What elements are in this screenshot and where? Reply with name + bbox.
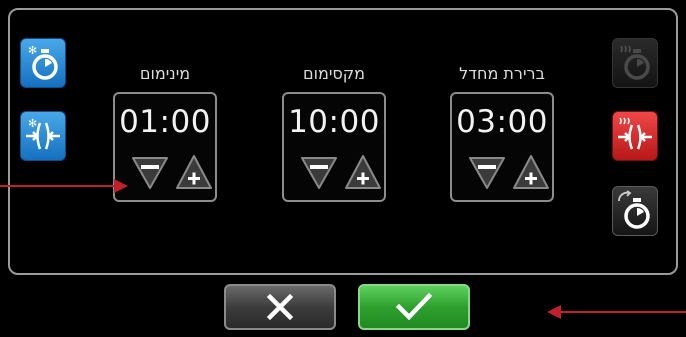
checkmark-icon <box>395 292 433 321</box>
default-time-value: 03:00 <box>456 104 548 140</box>
down-triangle-icon <box>469 157 505 189</box>
stopwatch-snowflake-icon: ✻ <box>28 44 58 80</box>
compress-snowflake-icon: ✻ <box>26 117 60 150</box>
max-time-value: 10:00 <box>288 104 380 140</box>
max-label: מקסימום <box>302 64 366 83</box>
min-decrement-button[interactable] <box>129 152 171 192</box>
arrowhead-left-icon <box>547 305 561 319</box>
heat-compress-button[interactable] <box>612 111 658 161</box>
compress-heat-icon <box>618 117 652 150</box>
minus-icon <box>310 165 328 169</box>
stopwatch-cycle-icon <box>618 190 650 229</box>
cycle-timer-button[interactable] <box>612 186 658 236</box>
min-time-value: 01:00 <box>119 104 211 140</box>
down-triangle-icon <box>301 157 337 189</box>
stopwatch-heat-icon <box>620 45 650 80</box>
minus-icon <box>478 165 496 169</box>
min-time-setting: 01:00 <box>113 92 217 202</box>
default-decrement-button[interactable] <box>466 152 508 192</box>
minus-icon <box>141 165 159 169</box>
x-icon <box>266 293 294 321</box>
down-triangle-icon <box>132 157 168 189</box>
confirm-button[interactable] <box>358 284 470 330</box>
annotation-arrow-right <box>560 311 686 313</box>
max-increment-button[interactable] <box>342 152 384 192</box>
heat-timer-button[interactable] <box>612 38 658 88</box>
svg-text:✻: ✻ <box>28 44 37 57</box>
max-decrement-button[interactable] <box>298 152 340 192</box>
freeze-timer-button[interactable]: ✻ <box>20 38 66 88</box>
arrowhead-right-icon <box>114 179 128 193</box>
annotation-arrow-left <box>0 185 116 187</box>
cancel-button[interactable] <box>224 284 336 330</box>
default-time-setting: 03:00 <box>450 92 554 202</box>
max-time-setting: 10:00 <box>282 92 386 202</box>
svg-text:✻: ✻ <box>28 117 37 130</box>
default-increment-button[interactable] <box>510 152 552 192</box>
freeze-compress-button[interactable]: ✻ <box>20 111 66 161</box>
min-increment-button[interactable] <box>173 152 215 192</box>
min-label: מינימום <box>139 64 191 83</box>
device-screen: ✻ ✻ מינימום מקסימום ברירת מחדל 01:00 10:… <box>0 0 686 337</box>
default-label: ברירת מחדל <box>459 64 545 83</box>
